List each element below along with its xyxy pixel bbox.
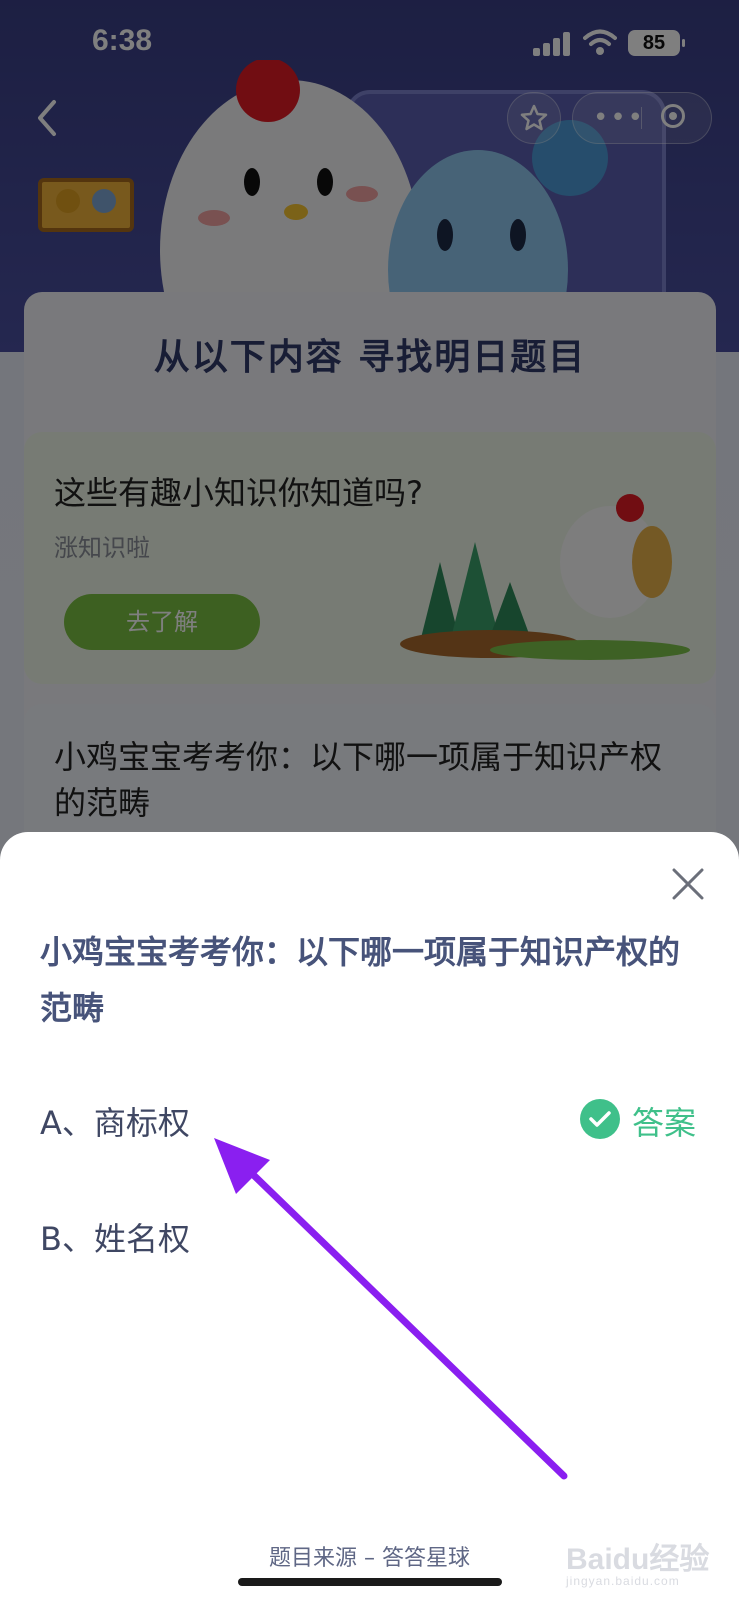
check-circle-icon xyxy=(580,1099,620,1139)
close-icon[interactable] xyxy=(670,866,706,902)
answer-label: 答案 xyxy=(632,1104,697,1142)
home-indicator[interactable] xyxy=(238,1578,502,1586)
question-text: 小鸡宝宝考考你：以下哪一项属于知识产权的范畴 xyxy=(40,933,681,1027)
baidu-watermark: Baidu经验 jingyan.baidu.com xyxy=(566,1534,709,1588)
option-a[interactable]: A、商标权 xyxy=(40,1098,190,1144)
option-b[interactable]: B、姓名权 xyxy=(40,1214,190,1260)
watermark-brand: Baidu经验 xyxy=(566,1543,710,1576)
watermark-url: jingyan.baidu.com xyxy=(566,1574,680,1588)
